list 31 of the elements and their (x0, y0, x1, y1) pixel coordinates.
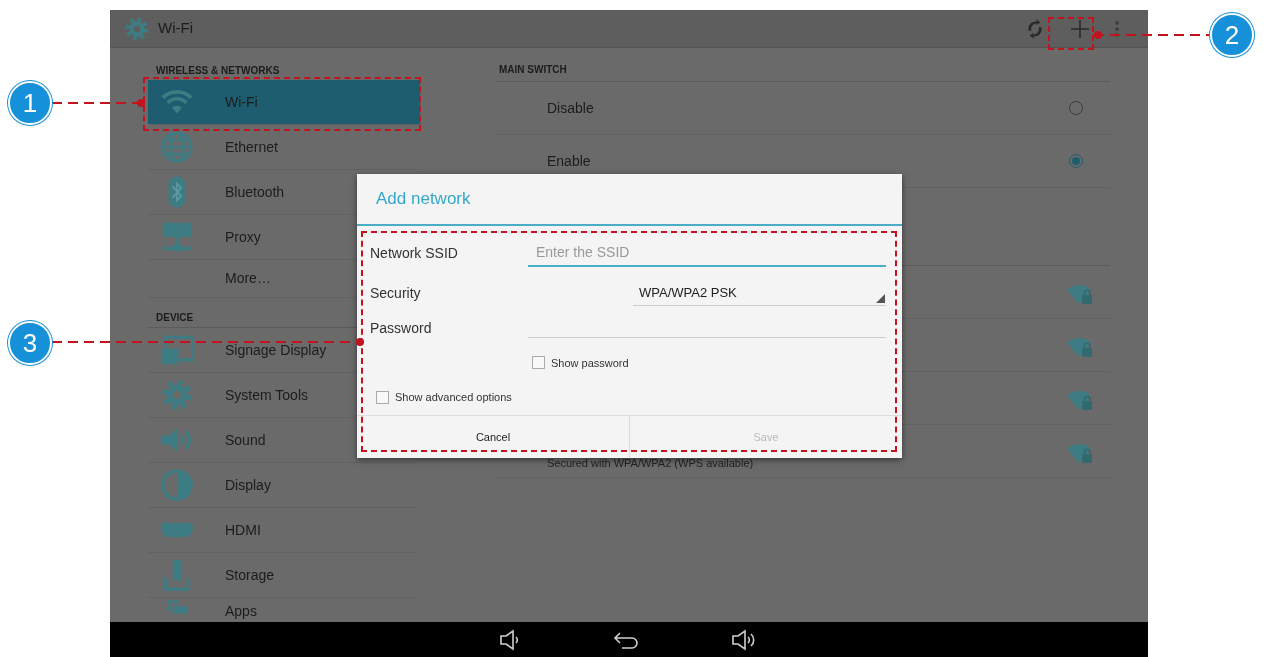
globe-icon (160, 130, 194, 164)
section-header: MAIN SWITCH (495, 48, 1110, 82)
sidebar-item[interactable]: Storage (148, 553, 418, 598)
back-icon[interactable] (613, 630, 641, 649)
sidebar-item[interactable]: Wi-Fi (148, 80, 420, 125)
contrast-icon (160, 468, 194, 502)
highlight-frame (1048, 17, 1094, 50)
settings-icon (124, 15, 150, 42)
sidebar-item[interactable]: Ethernet (148, 125, 418, 170)
network-status: Secured with WPA/WPA2 (WPS available) (547, 455, 754, 471)
screen-icon (160, 333, 194, 367)
section-header: WIRELESS & NETWORKS (155, 64, 281, 78)
checkbox-label: Show password (551, 355, 629, 371)
show-password-checkbox[interactable] (532, 356, 545, 370)
add-icon[interactable] (1070, 18, 1090, 39)
screen-title: Wi-Fi (158, 18, 193, 39)
network-icon (160, 220, 194, 254)
sidebar-item[interactable]: Apps (148, 598, 418, 622)
callout-number: 1 (8, 81, 52, 125)
radio-option[interactable]: Disable (495, 82, 1110, 135)
sidebar-item[interactable]: HDMI (148, 508, 418, 553)
ssid-field[interactable]: Enter the SSID (528, 240, 886, 267)
gear-icon (160, 378, 194, 412)
callout-number: 3 (8, 321, 52, 365)
sidebar-item[interactable]: Display (148, 463, 418, 508)
callout-number: 2 (1210, 13, 1254, 57)
dialog-title: Add network (357, 174, 902, 226)
dropdown-arrow-icon (876, 293, 885, 303)
overflow-menu-icon[interactable] (1114, 19, 1120, 38)
advanced-options-checkbox[interactable] (376, 390, 389, 404)
security-dropdown[interactable]: WPA/WPA2 PSK (633, 281, 886, 306)
